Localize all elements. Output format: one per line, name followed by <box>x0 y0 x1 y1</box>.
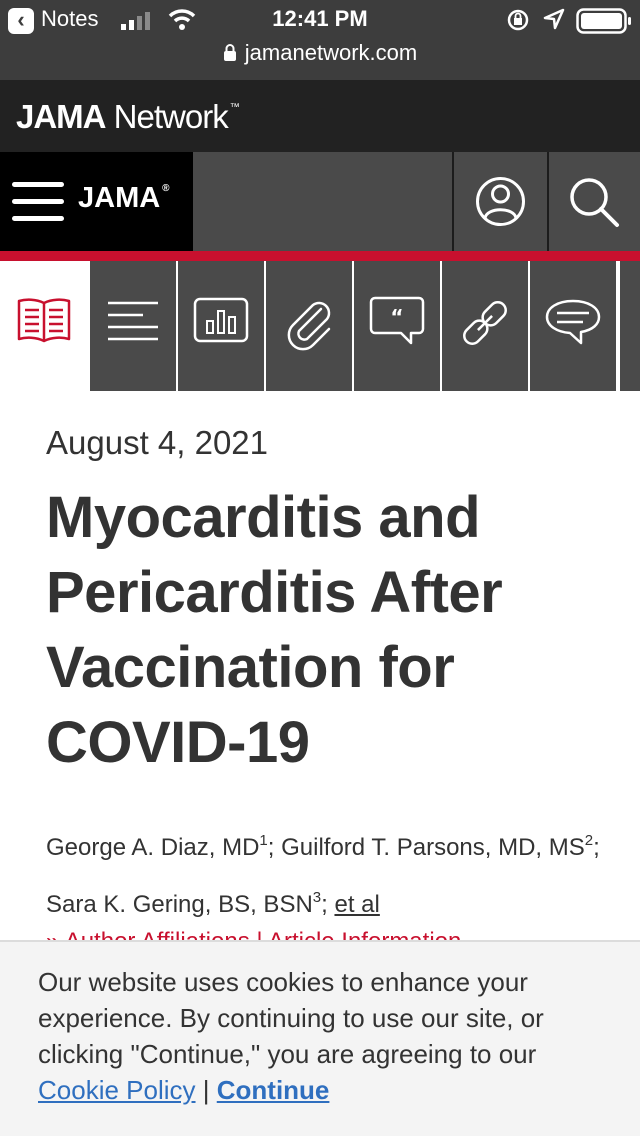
comment-icon <box>545 299 601 345</box>
author-name[interactable]: Guilford T. Parsons, MD, MS <box>281 834 585 861</box>
journal-title[interactable]: JAMA ® <box>78 182 170 215</box>
et-al-link[interactable]: et al <box>334 891 379 918</box>
tab-figures[interactable] <box>178 261 266 391</box>
tab-sections[interactable] <box>90 261 178 391</box>
cookie-banner: Our website uses cookies to enhance your… <box>0 940 640 1136</box>
tab-links[interactable] <box>442 261 530 391</box>
svg-text:“: “ <box>390 305 403 329</box>
author-list: George A. Diaz, MD1; Guilford T. Parsons… <box>46 832 600 918</box>
brand-mark: ™ <box>229 102 240 113</box>
article-header: August 4, 2021 Myocarditis and Pericardi… <box>46 424 606 930</box>
book-icon <box>17 298 71 343</box>
author-ref: 1 <box>259 832 268 849</box>
author-name[interactable]: George A. Diaz, MD <box>46 834 259 861</box>
cookie-policy-link[interactable]: Cookie Policy <box>38 1075 196 1105</box>
author-name[interactable]: Sara K. Gering, BS, BSN <box>46 891 313 918</box>
url-text: jamanetwork.com <box>244 40 418 65</box>
list-icon <box>108 301 158 341</box>
location-arrow-icon <box>543 8 565 30</box>
tab-more[interactable] <box>620 261 640 391</box>
chart-icon <box>193 297 249 343</box>
continue-link[interactable]: Continue <box>217 1075 330 1105</box>
journal-header: JAMA ® <box>0 152 640 251</box>
journal-menu-area: JAMA ® <box>0 152 193 251</box>
lock-icon <box>223 44 236 61</box>
tab-supplements[interactable] <box>266 261 354 391</box>
link-icon <box>463 301 507 345</box>
publication-date: August 4, 2021 <box>46 424 269 461</box>
journal-title-mark: ® <box>162 183 170 194</box>
hamburger-menu-icon[interactable] <box>12 182 64 222</box>
url-bar[interactable]: jamanetwork.com <box>0 40 640 66</box>
user-account-button[interactable] <box>452 152 549 251</box>
user-icon <box>476 177 525 226</box>
search-button[interactable] <box>547 152 640 251</box>
cookie-message-text: Our website uses cookies to enhance your… <box>38 967 544 1069</box>
quote-icon: “ <box>369 296 425 345</box>
tab-article[interactable] <box>0 261 90 391</box>
paperclip-icon <box>287 301 331 351</box>
article-title: Myocarditis and Pericarditis After Vacci… <box>46 485 503 775</box>
accent-divider <box>0 251 640 261</box>
search-icon <box>570 178 619 227</box>
article-tool-tabs: “ <box>0 261 640 391</box>
tab-comments[interactable] <box>530 261 618 391</box>
jama-network-logo[interactable]: JAMA Network ™ <box>16 98 240 136</box>
battery-icon <box>576 8 631 34</box>
rotation-lock-icon <box>507 9 529 31</box>
cookie-message: Our website uses cookies to enhance your… <box>38 964 608 1108</box>
network-header: JAMA Network ™ <box>0 80 640 152</box>
tab-cite[interactable]: “ <box>354 261 442 391</box>
author-ref: 3 <box>312 889 322 906</box>
brand-rest: Network <box>105 98 229 135</box>
browser-status-bar: ‹ Notes 12:41 PM jamanetwork.com <box>0 0 640 80</box>
journal-title-text: JAMA <box>78 182 161 214</box>
cookie-separator: | <box>202 1075 210 1105</box>
brand-bold: JAMA <box>16 98 107 135</box>
author-ref: 2 <box>584 832 594 849</box>
